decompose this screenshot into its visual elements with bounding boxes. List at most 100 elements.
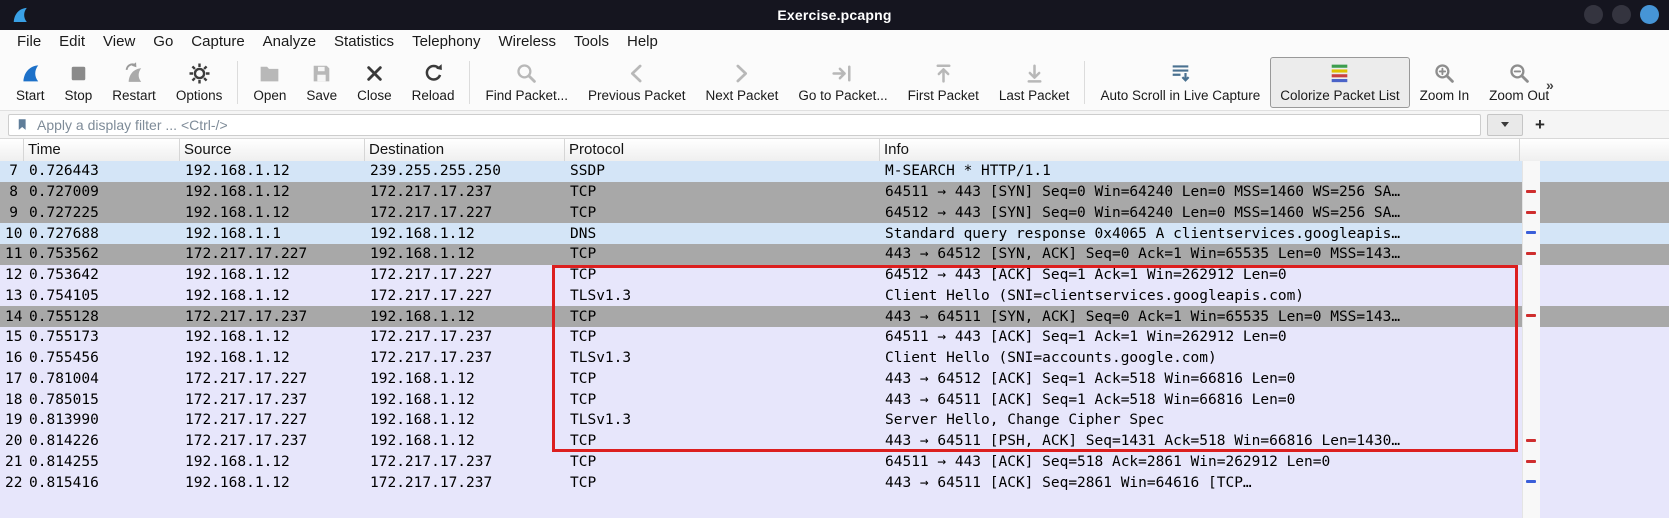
packet-cell-no: 20: [0, 433, 24, 449]
toolbar-open-button[interactable]: Open: [243, 57, 296, 108]
toolbar-button-label: Restart: [112, 88, 156, 103]
packet-cell-source: 192.168.1.12: [180, 163, 365, 179]
toolbar-button-label: Zoom In: [1420, 88, 1470, 103]
maximize-button[interactable]: [1612, 5, 1631, 24]
column-header-info[interactable]: Info: [880, 139, 1520, 161]
packet-row[interactable]: 70.726443192.168.1.12239.255.255.250SSDP…: [0, 161, 1669, 182]
menu-go[interactable]: Go: [144, 31, 182, 52]
toolbar-reload-button[interactable]: Reload: [402, 57, 465, 108]
menu-view[interactable]: View: [94, 31, 144, 52]
close-window-button[interactable]: [1640, 5, 1659, 24]
packet-row[interactable]: 220.815416192.168.1.12172.217.17.237TCP4…: [0, 472, 1669, 493]
toolbar-start-button[interactable]: Start: [6, 57, 55, 108]
packet-row[interactable]: 80.727009192.168.1.12172.217.17.237TCP64…: [0, 182, 1669, 203]
packet-cell-no: 10: [0, 226, 24, 242]
go-to-packet-icon: [830, 61, 855, 86]
packet-cell-source: 172.217.17.237: [180, 309, 365, 325]
packet-cell-info: Client Hello (SNI=accounts.google.com): [880, 350, 1520, 366]
packet-row[interactable]: 90.727225192.168.1.12172.217.17.227TCP64…: [0, 203, 1669, 224]
packet-cell-source: 192.168.1.12: [180, 288, 365, 304]
minimize-button[interactable]: [1584, 5, 1603, 24]
packet-row[interactable]: 100.727688192.168.1.1192.168.1.12DNSStan…: [0, 223, 1669, 244]
find-packet-icon: [514, 61, 539, 86]
auto-scroll-icon: [1168, 61, 1193, 86]
toolbar-next-button[interactable]: Next Packet: [696, 57, 789, 108]
packet-cell-info: 443 → 64511 [ACK] Seq=2861 Win=64616 [TC…: [880, 475, 1520, 491]
scrollbar-mark: [1526, 190, 1536, 193]
packet-list-scrollbar[interactable]: [1522, 161, 1540, 518]
packet-cell-protocol: TCP: [565, 329, 880, 345]
packet-cell-source: 172.217.17.227: [180, 246, 365, 262]
toolbar-previous-button[interactable]: Previous Packet: [578, 57, 696, 108]
packet-row[interactable]: 120.753642192.168.1.12172.217.17.227TCP6…: [0, 265, 1669, 286]
packet-row[interactable]: 110.753562172.217.17.227192.168.1.12TCP4…: [0, 244, 1669, 265]
packet-row[interactable]: 170.781004172.217.17.227192.168.1.12TCP4…: [0, 369, 1669, 390]
menu-telephony[interactable]: Telephony: [403, 31, 489, 52]
packet-cell-time: 0.727225: [24, 205, 180, 221]
packet-cell-info: Standard query response 0x4065 A clients…: [880, 226, 1520, 242]
menu-capture[interactable]: Capture: [182, 31, 253, 52]
filter-expression-dropdown-button[interactable]: [1487, 114, 1523, 136]
packet-row[interactable]: 180.785015172.217.17.237192.168.1.12TCP4…: [0, 389, 1669, 410]
filter-bookmark-icon[interactable]: [15, 117, 30, 132]
packet-cell-destination: 172.217.17.237: [365, 475, 565, 491]
menu-wireless[interactable]: Wireless: [489, 31, 565, 52]
packet-cell-destination: 192.168.1.12: [365, 309, 565, 325]
menu-statistics[interactable]: Statistics: [325, 31, 403, 52]
packet-cell-no: 22: [0, 475, 24, 491]
menu-analyze[interactable]: Analyze: [254, 31, 325, 52]
packet-cell-time: 0.726443: [24, 163, 180, 179]
packet-cell-info: 64511 → 443 [SYN] Seq=0 Win=64240 Len=0 …: [880, 184, 1520, 200]
capture-options-icon: [187, 61, 212, 86]
column-header-time[interactable]: Time: [24, 139, 180, 161]
toolbar-overflow-icon[interactable]: »: [1546, 77, 1554, 93]
packet-row[interactable]: 190.813990172.217.17.227192.168.1.12TLSv…: [0, 410, 1669, 431]
save-file-icon: [309, 61, 334, 86]
menu-help[interactable]: Help: [618, 31, 667, 52]
menu-tools[interactable]: Tools: [565, 31, 618, 52]
packet-row[interactable]: 210.814255192.168.1.12172.217.17.237TCP6…: [0, 452, 1669, 473]
menu-edit[interactable]: Edit: [50, 31, 94, 52]
next-packet-icon: [729, 61, 754, 86]
packet-row[interactable]: 130.754105192.168.1.12172.217.17.227TLSv…: [0, 286, 1669, 307]
toolbar-find-button[interactable]: Find Packet...: [475, 57, 578, 108]
toolbar-save-button[interactable]: Save: [296, 57, 347, 108]
toolbar-button-label: Next Packet: [706, 88, 779, 103]
column-header-destination[interactable]: Destination: [365, 139, 565, 161]
toolbar-close-button[interactable]: Close: [347, 57, 402, 108]
packet-cell-time: 0.815416: [24, 475, 180, 491]
toolbar-autoscroll-button[interactable]: Auto Scroll in Live Capture: [1090, 57, 1270, 108]
filter-add-button[interactable]: +: [1529, 114, 1551, 136]
packet-cell-protocol: TCP: [565, 454, 880, 470]
close-file-icon: [362, 61, 387, 86]
column-header-source[interactable]: Source: [180, 139, 365, 161]
toolbar-button-label: Last Packet: [999, 88, 1070, 103]
column-header-protocol[interactable]: Protocol: [565, 139, 880, 161]
packet-cell-source: 172.217.17.227: [180, 412, 365, 428]
toolbar-options-button[interactable]: Options: [166, 57, 233, 108]
column-header-no[interactable]: [0, 139, 24, 161]
toolbar-stop-button[interactable]: Stop: [55, 57, 103, 108]
packet-cell-source: 192.168.1.12: [180, 329, 365, 345]
packet-row[interactable]: 150.755173192.168.1.12172.217.17.237TCP6…: [0, 327, 1669, 348]
toolbar-first-button[interactable]: First Packet: [898, 57, 989, 108]
scrollbar-mark: [1526, 231, 1536, 234]
toolbar-zoomin-button[interactable]: Zoom In: [1410, 57, 1480, 108]
start-capture-icon: [18, 61, 43, 86]
packet-row[interactable]: 200.814226172.217.17.237192.168.1.12TCP4…: [0, 431, 1669, 452]
packet-row[interactable]: 140.755128172.217.17.237192.168.1.12TCP4…: [0, 306, 1669, 327]
toolbar-goto-button[interactable]: Go to Packet...: [788, 57, 897, 108]
toolbar-last-button[interactable]: Last Packet: [989, 57, 1080, 108]
packet-cell-time: 0.755456: [24, 350, 180, 366]
packet-cell-info: 64511 → 443 [ACK] Seq=518 Ack=2861 Win=2…: [880, 454, 1520, 470]
packet-cell-protocol: TLSv1.3: [565, 288, 880, 304]
display-filter-input[interactable]: Apply a display filter ... <Ctrl-/>: [8, 114, 1481, 136]
toolbar-colorize-button[interactable]: Colorize Packet List: [1270, 57, 1409, 108]
packet-row[interactable]: 160.755456192.168.1.12172.217.17.237TLSv…: [0, 348, 1669, 369]
menu-file[interactable]: File: [8, 31, 50, 52]
toolbar-restart-button[interactable]: Restart: [102, 57, 166, 108]
previous-packet-icon: [624, 61, 649, 86]
packet-cell-source: 192.168.1.1: [180, 226, 365, 242]
toolbar-button-label: Go to Packet...: [798, 88, 887, 103]
toolbar-separator: [237, 61, 238, 104]
